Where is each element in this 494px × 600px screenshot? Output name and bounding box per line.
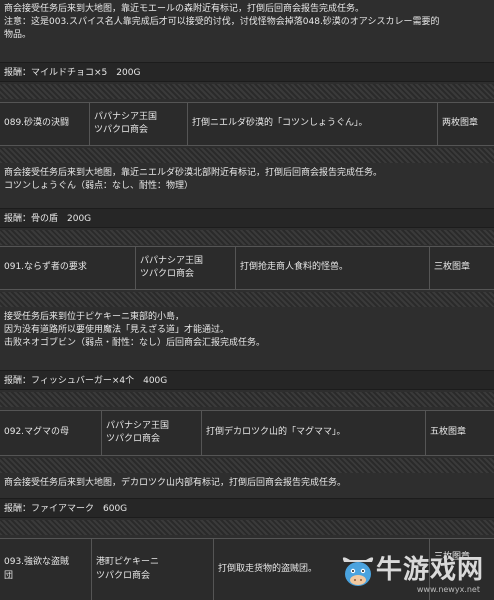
watermark-url: www.newyx.net bbox=[416, 585, 480, 594]
quest-client: 港町ピケキーニ ツパクロ商会 bbox=[92, 539, 214, 600]
quest-row: 092.マグマの母 パパナシア王国 ツパクロ商会 打倒デカロツク山的「マグママ」。… bbox=[0, 410, 494, 456]
quest-medals: 五枚图章 bbox=[430, 427, 467, 438]
quest-description: 接受任务后来到位于ピケキーニ東部的小島， 因为没有道路所以要使用魔法「見えざる道… bbox=[2, 308, 492, 353]
divider bbox=[0, 292, 494, 307]
quest-description: 商会接受任务后来到大地图，デカロツク山内部有标记，打倒后回商会报告完成任务。 bbox=[2, 474, 492, 493]
quest-client: パパナシア王国 ツパクロ商会 bbox=[90, 103, 188, 145]
quest-client: パパナシア王国 ツパクロ商会 bbox=[102, 411, 202, 455]
quest-medals: 三枚图章 bbox=[434, 262, 471, 273]
desc-line: 击败ネオゴブビン（弱点・耐性：なし）后回商会汇报完成任务。 bbox=[4, 338, 266, 349]
desc-line: 商会接受任务后来到大地图，靠近ニエルダ砂漠北部附近有标记，打倒后回商会报告完成任… bbox=[4, 168, 383, 178]
quest-description: 商会接受任务后来到大地图，靠近ニエルダ砂漠北部附近有标记，打倒后回商会报告完成任… bbox=[2, 164, 492, 196]
divider bbox=[0, 84, 494, 99]
reward-bar: 报酬：ファイアマーク 600G bbox=[0, 498, 494, 518]
reward-bar: 报酬：骨の盾 200G bbox=[0, 208, 494, 228]
cow-logo-icon bbox=[342, 557, 374, 586]
divider bbox=[0, 392, 494, 407]
quest-content: 打倒抢走商人食料的怪兽。 bbox=[236, 247, 430, 289]
guide-page: 商会接受任务后来到大地图，靠近モエールの森附近有标记，打倒后回商会报告完成任务。… bbox=[0, 0, 494, 600]
desc-line: 商会接受任务后来到大地图，靠近モエールの森附近有标记，打倒后回商会报告完成任务。 bbox=[4, 4, 365, 14]
divider bbox=[0, 520, 494, 535]
desc-line: コツンしょうぐん（弱点：なし、耐性：物理） bbox=[4, 181, 194, 192]
quest-row: 089.砂漠の決闘 パパナシア王国 ツパクロ商会 打倒ニエルダ砂漠的「コツンしょう… bbox=[0, 102, 494, 146]
quest-client: パパナシア王国 ツパクロ商会 bbox=[136, 247, 236, 289]
quest-name: 089.砂漠の決闘 bbox=[0, 103, 90, 145]
quest-name: 093.強欲な盗賊団 bbox=[0, 539, 92, 600]
quest-row: 091.ならず者の要求 パパナシア王国 ツパクロ商会 打倒抢走商人食料的怪兽。 三… bbox=[0, 246, 494, 290]
divider bbox=[0, 458, 494, 473]
reward-bar: 报酬：マイルドチョコ×5 200G bbox=[0, 62, 494, 82]
desc-line: 注意：这是003.スパイス名人靠完成后才可以接受的讨伐，讨伐怪物会掉落048.砂… bbox=[4, 17, 440, 28]
quest-medals: 两枚图章 bbox=[442, 118, 479, 129]
site-watermark: 牛游戏网 www.newyx.net bbox=[338, 538, 488, 598]
quest-content: 打倒デカロツク山的「マグママ」。 bbox=[202, 411, 426, 455]
desc-line: 接受任务后来到位于ピケキーニ東部的小島， bbox=[4, 312, 185, 322]
quest-name: 091.ならず者の要求 bbox=[0, 247, 136, 289]
reward-bar: 报酬：フィッシュバーガー×4个 400G bbox=[0, 370, 494, 390]
divider bbox=[0, 230, 494, 245]
divider bbox=[0, 148, 494, 163]
desc-line: 商会接受任务后来到大地图，デカロツク山内部有标记，打倒后回商会报告完成任务。 bbox=[4, 478, 347, 488]
quest-content: 打倒ニエルダ砂漠的「コツンしょうぐん」。 bbox=[188, 103, 438, 145]
quest-description: 商会接受任务后来到大地图，靠近モエールの森附近有标记，打倒后回商会报告完成任务。… bbox=[2, 0, 492, 45]
quest-name: 092.マグマの母 bbox=[0, 411, 102, 455]
desc-line: 因为没有道路所以要使用魔法「見えざる道」才能通过。 bbox=[4, 325, 230, 336]
desc-line: 物品。 bbox=[4, 30, 32, 41]
